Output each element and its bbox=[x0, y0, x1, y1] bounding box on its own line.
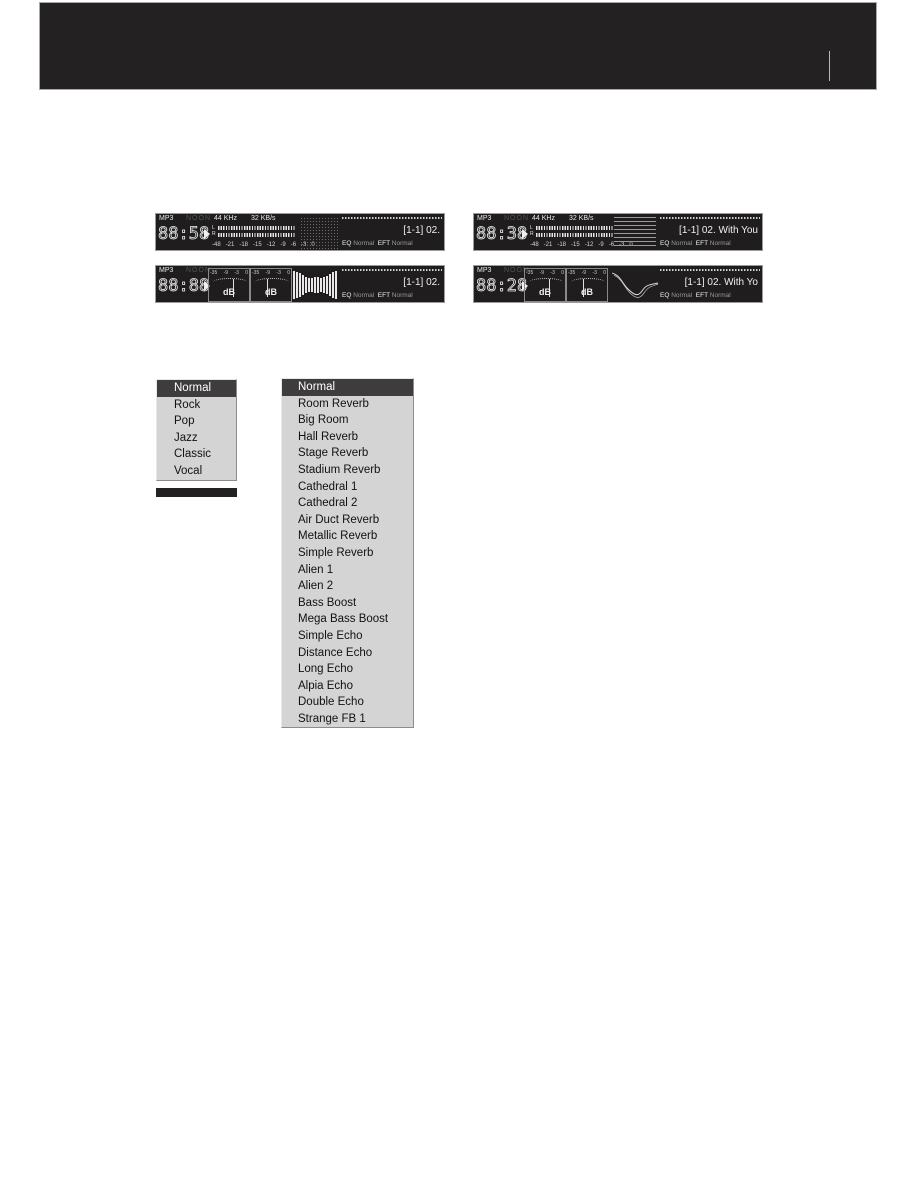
track-title: [1-1] 02. bbox=[403, 277, 440, 288]
eq-eft-status: EQ Normal EFT Normal bbox=[660, 292, 731, 299]
player-display-db-waveform: MP3 NOON 88:88 -35 -9 -3 0 dB -35 -9 -3 0 dB [… bbox=[155, 265, 445, 303]
db-meter-right: -35 -9 -3 0 dB bbox=[250, 268, 292, 302]
progress-dots bbox=[342, 217, 442, 219]
effect-preset-menu[interactable]: Normal Room Reverb Big Room Hall Reverb … bbox=[281, 378, 414, 729]
play-icon bbox=[522, 229, 528, 239]
player-display-spectrum-bars: MP3 NOON 88:38 44 KHz 32 KB/s LR -48 -21-… bbox=[473, 213, 763, 251]
eq-preset-menu[interactable]: Normal Rock Pop Jazz Classic Vocal bbox=[156, 379, 237, 481]
db-meter-left: -35 -9 -3 0 dB bbox=[524, 268, 566, 302]
time-display: 88:58 bbox=[158, 224, 210, 245]
codec-label: MP3 bbox=[159, 267, 174, 274]
track-title: [1-1] 02. With Yo bbox=[684, 277, 758, 288]
oscilloscope-visualizer bbox=[612, 272, 659, 298]
level-meter-right bbox=[536, 233, 614, 237]
effect-menu-item[interactable]: Air Duct Reverb bbox=[282, 512, 413, 529]
eq-menu-footer-bar bbox=[156, 488, 237, 497]
effect-menu-item[interactable]: Metallic Reverb bbox=[282, 528, 413, 545]
effect-menu-item[interactable]: Strange FB 1 bbox=[282, 711, 413, 728]
player-display-db-oscilloscope: MP3 NOON 88:28 -35 -9 -3 0 dB -35 -9 -3 0 dB [… bbox=[473, 265, 763, 303]
player-display-spectrum-dots: MP3 NOON 88:58 44 KHz 32 KB/s LR -48 -21-… bbox=[155, 213, 445, 251]
db-meter-right: -35 -9 -3 0 dB bbox=[566, 268, 608, 302]
effect-menu-item[interactable]: Mega Bass Boost bbox=[282, 611, 413, 628]
effect-menu-item[interactable]: Bass Boost bbox=[282, 595, 413, 612]
effect-menu-item[interactable]: Simple Reverb bbox=[282, 545, 413, 562]
time-display: 88:28 bbox=[476, 276, 528, 297]
level-meter-right bbox=[218, 233, 296, 237]
eq-eft-status: EQ Normal EFT Normal bbox=[342, 240, 413, 247]
effect-menu-item[interactable]: Stage Reverb bbox=[282, 445, 413, 462]
spectrum-visualizer bbox=[300, 217, 338, 249]
sample-rate: 44 KHz bbox=[532, 215, 555, 222]
effect-menu-item[interactable]: Cathedral 2 bbox=[282, 495, 413, 512]
effect-menu-item[interactable]: Alien 2 bbox=[282, 578, 413, 595]
effect-menu-item[interactable]: Long Echo bbox=[282, 661, 413, 678]
effect-menu-item[interactable]: Hall Reverb bbox=[282, 429, 413, 446]
waveform-visualizer bbox=[293, 271, 337, 299]
mode-indicator: NOON bbox=[504, 215, 529, 222]
channel-labels: LR bbox=[212, 225, 216, 237]
eq-menu-item[interactable]: Rock bbox=[157, 397, 236, 414]
effect-menu-item[interactable]: Cathedral 1 bbox=[282, 479, 413, 496]
effect-menu-item[interactable]: Stadium Reverb bbox=[282, 462, 413, 479]
codec-label: MP3 bbox=[477, 215, 492, 222]
db-arc bbox=[213, 278, 247, 286]
time-display: 88:38 bbox=[476, 224, 528, 245]
track-title: [1-1] 02. bbox=[403, 225, 440, 236]
bitrate: 32 KB/s bbox=[251, 215, 276, 222]
mode-indicator: NOON bbox=[186, 215, 211, 222]
eq-menu-item[interactable]: Classic bbox=[157, 446, 236, 463]
progress-dots bbox=[660, 217, 760, 219]
codec-label: MP3 bbox=[477, 267, 492, 274]
effect-menu-item[interactable]: Big Room bbox=[282, 412, 413, 429]
sample-rate: 44 KHz bbox=[214, 215, 237, 222]
bitrate: 32 KB/s bbox=[569, 215, 594, 222]
effect-menu-item[interactable]: Normal bbox=[282, 379, 413, 396]
page-header-bar bbox=[39, 2, 877, 90]
progress-dots bbox=[342, 269, 442, 271]
eq-eft-status: EQ Normal EFT Normal bbox=[660, 240, 731, 247]
effect-menu-item[interactable]: Alien 1 bbox=[282, 562, 413, 579]
effect-menu-item[interactable]: Distance Echo bbox=[282, 645, 413, 662]
db-arc bbox=[255, 278, 289, 286]
eq-eft-status: EQ Normal EFT Normal bbox=[342, 292, 413, 299]
level-meter-left bbox=[536, 226, 614, 230]
level-meter-left bbox=[218, 226, 296, 230]
header-divider bbox=[829, 51, 830, 81]
spectrum-visualizer bbox=[614, 217, 656, 249]
db-arc bbox=[571, 278, 605, 286]
eq-menu-item[interactable]: Normal bbox=[157, 380, 236, 397]
codec-label: MP3 bbox=[159, 215, 174, 222]
db-meter-left: -35 -9 -3 0 dB bbox=[208, 268, 250, 302]
effect-menu-item[interactable]: Alpia Echo bbox=[282, 678, 413, 695]
effect-menu-item[interactable]: Double Echo bbox=[282, 694, 413, 711]
time-display: 88:88 bbox=[158, 276, 210, 297]
progress-dots bbox=[660, 269, 760, 271]
effect-menu-item[interactable]: Simple Echo bbox=[282, 628, 413, 645]
db-arc bbox=[529, 278, 563, 286]
channel-labels: LR bbox=[530, 225, 534, 237]
eq-menu-item[interactable]: Jazz bbox=[157, 430, 236, 447]
effect-menu-item[interactable]: Room Reverb bbox=[282, 396, 413, 413]
eq-menu-item[interactable]: Vocal bbox=[157, 463, 236, 480]
track-title: [1-1] 02. With You bbox=[679, 225, 758, 236]
play-icon bbox=[204, 229, 210, 239]
eq-menu-item[interactable]: Pop bbox=[157, 413, 236, 430]
